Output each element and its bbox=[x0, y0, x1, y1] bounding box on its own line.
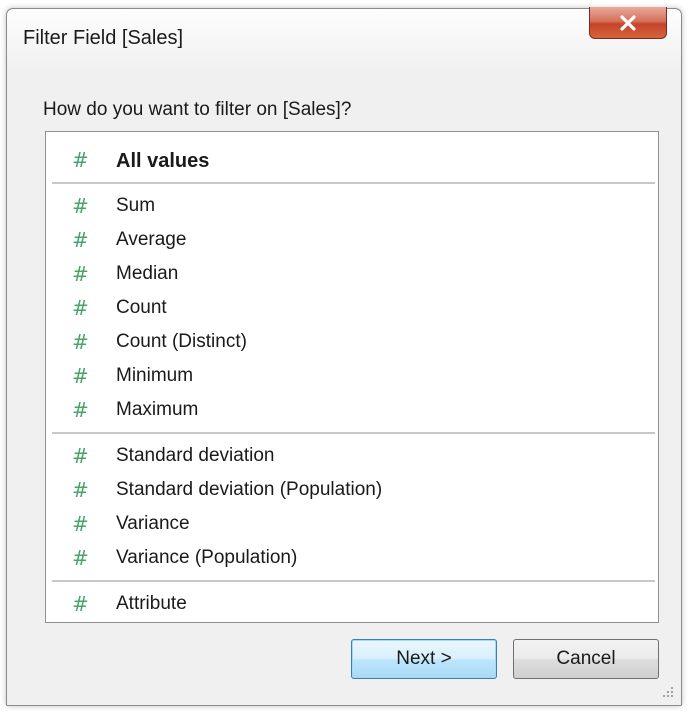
list-item-label: Standard deviation (Population) bbox=[116, 479, 383, 500]
cancel-button[interactable]: Cancel bbox=[513, 639, 659, 679]
list-item-all-values[interactable]: # All values bbox=[46, 144, 658, 176]
list-item-label: Standard deviation bbox=[116, 445, 275, 466]
close-button[interactable] bbox=[589, 7, 667, 39]
filter-field-dialog: Filter Field [Sales] How do you want to … bbox=[6, 7, 682, 706]
list-item-attribute[interactable]: # Attribute bbox=[46, 588, 658, 620]
hash-icon: # bbox=[72, 592, 89, 616]
list-item-label: Sum bbox=[116, 195, 156, 216]
hash-icon: # bbox=[72, 330, 89, 354]
list-item-label: Median bbox=[116, 263, 179, 284]
hash-icon: # bbox=[72, 398, 89, 422]
list-item-label: Attribute bbox=[116, 593, 187, 614]
list-item-count-distinct[interactable]: # Count (Distinct) bbox=[46, 326, 658, 358]
list-item-variance[interactable]: # Variance bbox=[46, 508, 658, 540]
hash-icon: # bbox=[72, 228, 89, 252]
aggregation-listbox[interactable]: # All values # Sum # Average # Median # … bbox=[45, 131, 659, 623]
list-item-label: Count (Distinct) bbox=[116, 331, 247, 352]
list-item-label: Variance bbox=[116, 513, 190, 534]
close-icon bbox=[620, 14, 636, 31]
list-item-label: Count bbox=[116, 297, 167, 318]
list-item-median[interactable]: # Median bbox=[46, 258, 658, 290]
hash-icon: # bbox=[72, 296, 89, 320]
list-item-label: Average bbox=[116, 229, 187, 250]
list-item-label: Variance (Population) bbox=[116, 547, 298, 568]
list-item-label: Minimum bbox=[116, 365, 194, 386]
list-item-count[interactable]: # Count bbox=[46, 292, 658, 324]
divider bbox=[52, 432, 655, 434]
list-item-maximum[interactable]: # Maximum bbox=[46, 394, 658, 426]
hash-icon: # bbox=[72, 148, 89, 172]
list-item-label: All values bbox=[116, 150, 210, 172]
list-item-standard-deviation[interactable]: # Standard deviation bbox=[46, 440, 658, 472]
list-item-label: Maximum bbox=[116, 399, 199, 420]
hash-icon: # bbox=[72, 546, 89, 570]
title-bar[interactable]: Filter Field [Sales] bbox=[7, 7, 681, 65]
hash-icon: # bbox=[72, 478, 89, 502]
hash-icon: # bbox=[72, 194, 89, 218]
list-item-standard-deviation-population[interactable]: # Standard deviation (Population) bbox=[46, 474, 658, 506]
list-item-variance-population[interactable]: # Variance (Population) bbox=[46, 542, 658, 574]
dialog-title: Filter Field [Sales] bbox=[23, 27, 184, 49]
hash-icon: # bbox=[72, 512, 89, 536]
list-item-average[interactable]: # Average bbox=[46, 224, 658, 256]
hash-icon: # bbox=[72, 364, 89, 388]
divider bbox=[52, 182, 655, 184]
list-item-sum[interactable]: # Sum bbox=[46, 190, 658, 222]
hash-icon: # bbox=[72, 444, 89, 468]
filter-prompt: How do you want to filter on [Sales]? bbox=[43, 99, 352, 120]
resize-grip-icon[interactable] bbox=[661, 685, 675, 699]
divider bbox=[52, 580, 655, 582]
list-item-minimum[interactable]: # Minimum bbox=[46, 360, 658, 392]
next-button[interactable]: Next > bbox=[351, 639, 497, 679]
hash-icon: # bbox=[72, 262, 89, 286]
